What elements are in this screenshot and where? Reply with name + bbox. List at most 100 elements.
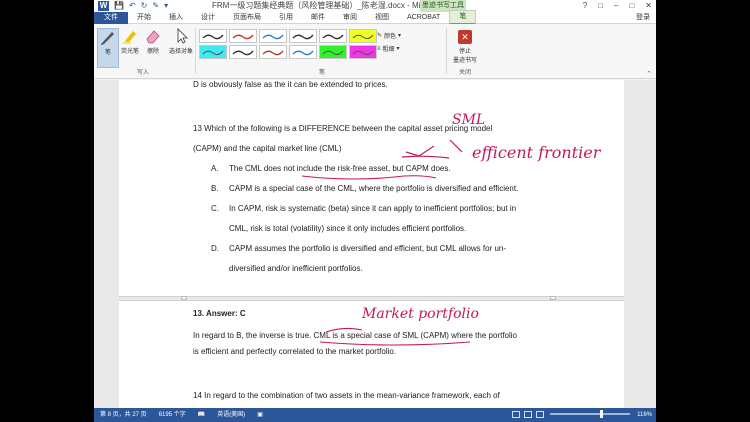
question-13-text: 13 Which of the following is a DIFFERENC… — [193, 124, 493, 133]
answer-text-cont: is efficient and perfectly correlated to… — [193, 347, 397, 356]
tab-references[interactable]: 引用 — [270, 12, 302, 24]
highlighter-style-swatch[interactable] — [349, 29, 377, 43]
close-group-label: 关闭 — [459, 70, 472, 76]
tab-design[interactable]: 设计 — [192, 12, 224, 24]
select-objects-button[interactable]: 选择对象 — [166, 28, 196, 55]
pen-stroke-icon — [262, 50, 284, 56]
pen-style-swatch[interactable] — [259, 45, 287, 59]
highlighter-style-swatch[interactable] — [349, 45, 377, 59]
option-text: CML, risk is total (volatility) since it… — [229, 224, 467, 233]
cursor-arrow-icon — [177, 28, 188, 44]
redo-icon[interactable]: ↻ — [141, 0, 148, 12]
question-13-text-cont: (CAPM) and the capital market line (CML) — [193, 144, 342, 153]
eraser-tool-button[interactable]: 擦除 — [142, 28, 164, 55]
pen-thickness-button[interactable]: ≡ 粗细 ▾ — [377, 44, 400, 54]
ribbon-tabs: 文件 开始 插入 设计 页面布局 引用 邮件 审阅 视图 ACROBAT 笔 — [94, 10, 656, 25]
pen-color-button[interactable]: ✎ 颜色 ▾ — [377, 31, 401, 40]
document-page: D is obviously false as the it can be ex… — [119, 80, 624, 296]
word-window: W 💾 ↶ ↻ ✎ ▾ FRM一级习题集经典题（风险管理基础）_陈老湿.docx… — [94, 0, 656, 422]
option-letter: B. — [211, 184, 219, 193]
tab-home[interactable]: 开始 — [128, 12, 160, 24]
pen-style-swatch[interactable] — [259, 29, 287, 43]
page-count[interactable]: 第 8 页，共 27 页 — [94, 408, 153, 422]
pen-thickness-label: 粗细 — [382, 47, 395, 53]
quick-access-toolbar: W 💾 ↶ ↻ ✎ ▾ — [94, 0, 168, 12]
stop-inking-label-1: 停止 — [458, 49, 471, 55]
pen-stroke-icon — [322, 50, 344, 56]
chevron-down-icon: ▾ — [398, 33, 402, 39]
pen-stroke-icon — [292, 50, 314, 56]
question-14-text: 14 In regard to the combination of two a… — [193, 391, 500, 400]
language-indicator[interactable]: 英语(美国) — [211, 408, 251, 422]
zoom-slider-knob[interactable] — [600, 410, 603, 418]
group-separator — [195, 28, 196, 74]
thickness-icon: ≡ — [377, 45, 381, 52]
pen-stroke-icon — [352, 34, 374, 40]
pen-stroke-icon — [232, 34, 254, 40]
tab-page-layout[interactable]: 页面布局 — [224, 12, 270, 24]
customize-icon[interactable]: ▾ — [164, 0, 168, 12]
save-icon[interactable]: 💾 — [114, 0, 124, 12]
pen-style-swatch[interactable] — [289, 45, 317, 59]
minimize-icon[interactable]: – — [614, 0, 618, 12]
zoom-level[interactable]: 116% — [637, 408, 652, 422]
stop-inking-label-2: 墨迹书写 — [452, 58, 477, 64]
login-link[interactable]: 登录 — [636, 12, 650, 24]
pen-icon[interactable]: ✎ — [152, 0, 159, 12]
stop-inking-icon: ✕ — [458, 30, 472, 44]
tab-pen[interactable]: 笔 — [449, 10, 477, 25]
option-text: In CAPM, risk is systematic (beta) since… — [229, 204, 517, 213]
pen-style-swatch[interactable] — [199, 29, 227, 43]
highlighter-style-swatch[interactable] — [319, 45, 347, 59]
pen-color-label: 颜色 — [384, 34, 397, 40]
pen-stroke-icon — [262, 34, 284, 40]
pen-tool-button[interactable]: 笔 — [97, 28, 119, 68]
ruler-marker[interactable] — [181, 296, 187, 300]
proofing-icon[interactable]: 📖 — [192, 408, 211, 422]
option-text: CAPM assumes the portfolio is diversifie… — [229, 244, 507, 253]
word-logo-icon: W — [98, 1, 109, 11]
tab-mailings[interactable]: 邮件 — [302, 12, 334, 24]
status-bar: 第 8 页，共 27 页 6195 个字 📖 英语(美国) ▣ 116% — [94, 408, 656, 422]
view-buttons — [512, 411, 544, 418]
read-mode-icon[interactable] — [512, 411, 520, 418]
tab-acrobat[interactable]: ACROBAT — [398, 12, 449, 24]
tab-insert[interactable]: 插入 — [160, 12, 192, 24]
highlighter-style-swatch[interactable] — [199, 45, 227, 59]
group-separator — [446, 28, 447, 74]
eraser-icon — [146, 30, 160, 44]
tab-file[interactable]: 文件 — [94, 11, 128, 24]
ruler-marker[interactable] — [550, 296, 556, 300]
pen-style-swatch[interactable] — [289, 29, 317, 43]
maximize-icon[interactable]: □ — [629, 0, 634, 12]
pens-group-label: 笔 — [319, 70, 326, 76]
tab-review[interactable]: 审阅 — [334, 12, 366, 24]
help-icon[interactable]: ? — [583, 0, 587, 12]
pen-stroke-icon — [322, 34, 344, 40]
answer-text: In regard to B, the inverse is true. CML… — [193, 331, 517, 340]
close-icon[interactable]: ✕ — [645, 0, 652, 12]
highlighter-icon — [123, 31, 136, 44]
select-objects-label: 选择对象 — [168, 49, 193, 55]
option-text: diversified and/or inefficient portfolio… — [229, 264, 363, 273]
print-layout-icon[interactable] — [524, 411, 532, 418]
document-area: D is obviously false as the it can be ex… — [94, 80, 656, 408]
pen-style-swatch[interactable] — [229, 45, 257, 59]
option-text: CAPM is a special case of the CML, where… — [229, 184, 519, 193]
collapse-ribbon-icon[interactable]: ⌃ — [646, 70, 652, 78]
highlighter-tool-button[interactable]: 荧光笔 — [119, 28, 141, 55]
zoom-slider[interactable] — [550, 410, 630, 418]
macro-icon[interactable]: ▣ — [251, 408, 269, 422]
web-layout-icon[interactable] — [536, 411, 544, 418]
word-count[interactable]: 6195 个字 — [153, 408, 192, 422]
pen-style-swatch[interactable] — [319, 29, 347, 43]
undo-icon[interactable]: ↶ — [129, 0, 136, 12]
stop-inking-button[interactable]: ✕ 停止 墨迹书写 — [450, 28, 480, 64]
pen-style-swatch[interactable] — [229, 29, 257, 43]
pen-stroke-icon — [202, 50, 224, 56]
tab-view[interactable]: 视图 — [366, 12, 398, 24]
pen-stroke-icon — [352, 50, 374, 56]
chevron-down-icon: ▾ — [396, 46, 400, 52]
ribbon-display-icon[interactable]: □ — [598, 0, 603, 12]
pen-stroke-icon — [292, 34, 314, 40]
